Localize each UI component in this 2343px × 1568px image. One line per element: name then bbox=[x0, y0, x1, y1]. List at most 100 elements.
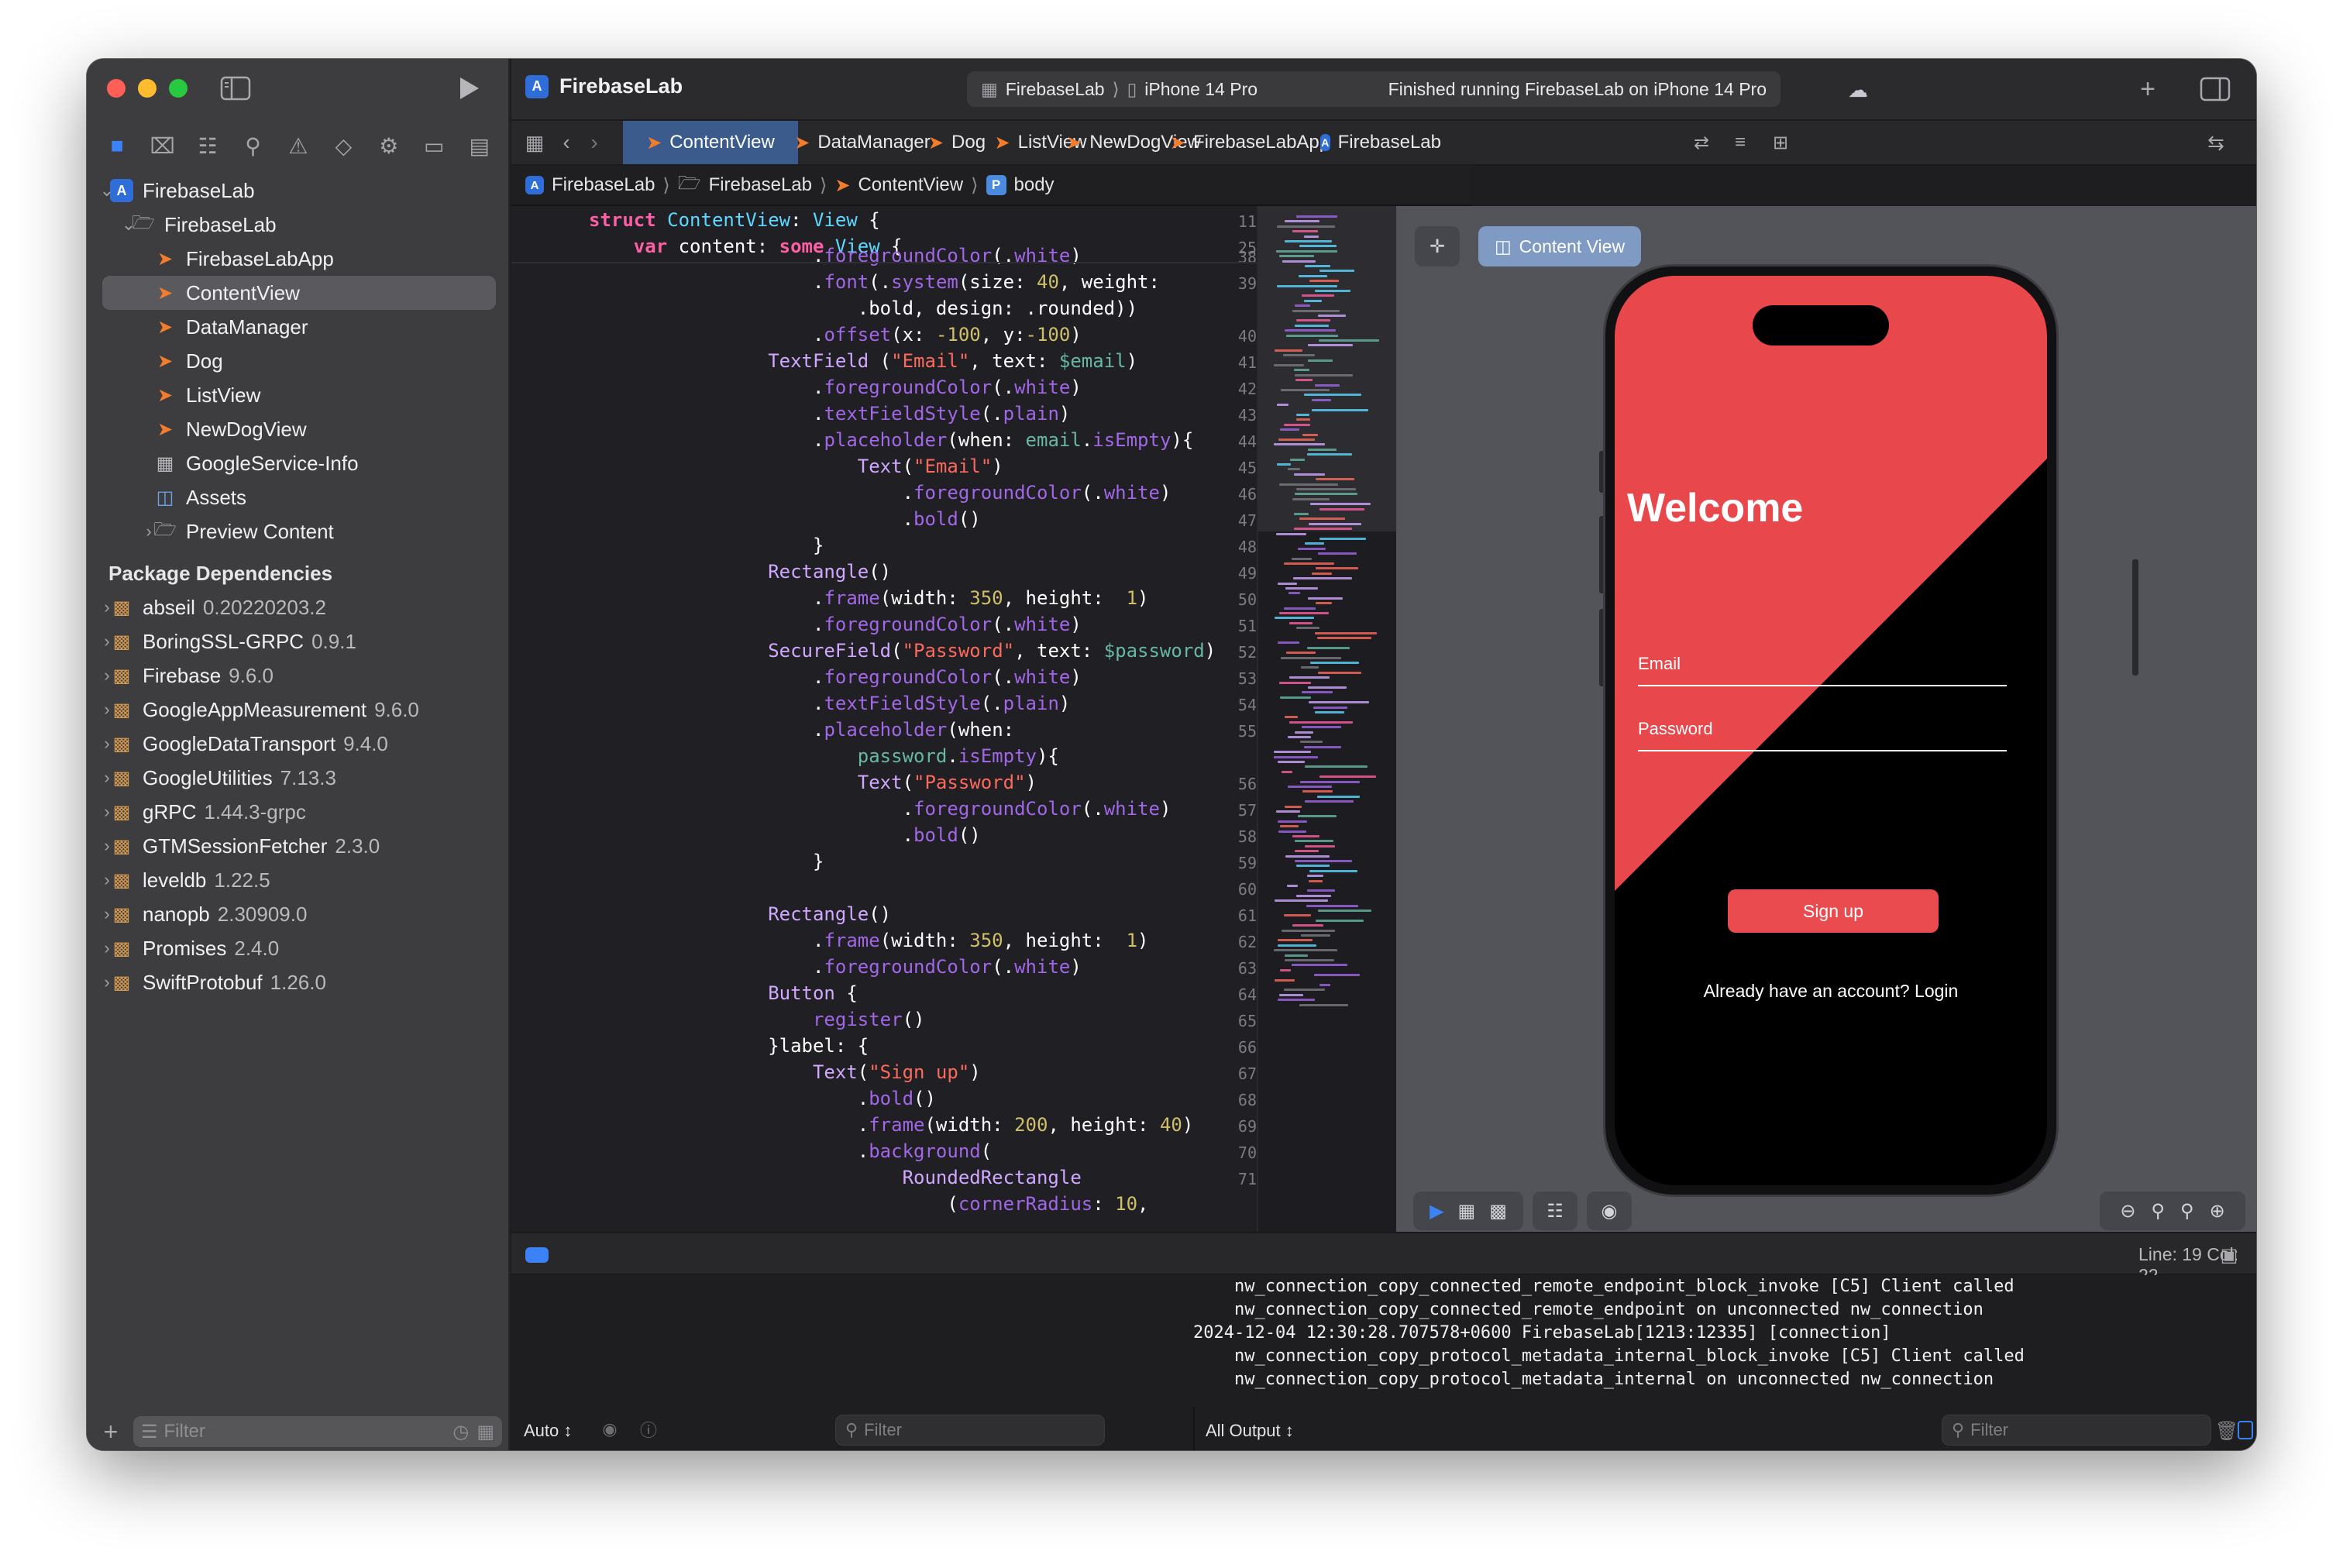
device-selector[interactable]: iPhone 14 Pro bbox=[1144, 79, 1258, 100]
package-item[interactable]: › ▩ SwiftProtobuf 1.26.0 bbox=[87, 965, 510, 999]
issue-navigator-icon[interactable]: ⚠ bbox=[283, 133, 314, 159]
breadcrumb-project[interactable]: FirebaseLab bbox=[552, 174, 655, 196]
code-line[interactable]: .background( bbox=[589, 1140, 992, 1162]
navigator-filter-field[interactable]: ☰ Filter ◷ ▦ bbox=[133, 1416, 502, 1447]
swap-editors-icon[interactable]: ⇄ bbox=[1684, 127, 1719, 158]
tree-item-group[interactable]: ⌄ 🗁 FirebaseLab bbox=[87, 208, 510, 242]
source-control-icon[interactable]: ⌧ bbox=[147, 133, 178, 159]
minimize-window-button[interactable] bbox=[138, 79, 157, 98]
zoom-window-button[interactable] bbox=[169, 79, 188, 98]
password-field[interactable]: Password bbox=[1638, 719, 1713, 739]
code-line[interactable]: .font(.system(size: 40, weight: bbox=[589, 271, 1160, 293]
debug-layout-icon[interactable]: ▣ bbox=[2216, 1241, 2242, 1269]
zoom-fit-icon[interactable]: ⚲ bbox=[2151, 1200, 2165, 1222]
chevron-right-icon[interactable]: › bbox=[98, 870, 116, 890]
preview-tab[interactable]: ◫ Content View bbox=[1478, 226, 1641, 266]
package-item[interactable]: › ▩ abseil 0.20220203.2 bbox=[87, 590, 510, 624]
code-line[interactable]: .foregroundColor(.white) bbox=[589, 377, 1082, 398]
code-line[interactable]: TextField ("Email", text: $email) bbox=[589, 350, 1137, 372]
code-line[interactable]: .foregroundColor(.white) bbox=[589, 798, 1172, 820]
tree-item-file[interactable]: ➤ FirebaseLabApp bbox=[87, 242, 510, 276]
chevron-right-icon[interactable]: › bbox=[98, 904, 116, 924]
console-filter-field[interactable]: ⚲ Filter bbox=[1942, 1415, 2211, 1446]
code-line[interactable]: .frame(width: 350, height: 1) bbox=[589, 587, 1149, 609]
forward-arrow-icon[interactable]: › bbox=[583, 127, 606, 158]
chevron-right-icon[interactable]: › bbox=[98, 700, 116, 720]
chevron-right-icon[interactable]: › bbox=[98, 836, 116, 856]
tree-item-file[interactable]: ▦ GoogleService-Info bbox=[87, 446, 510, 480]
chevron-down-icon[interactable]: ⌄ bbox=[98, 181, 116, 201]
output-selector[interactable]: All Output ↕ bbox=[1206, 1421, 1294, 1441]
close-window-button[interactable] bbox=[107, 79, 126, 98]
split-view-icon[interactable] bbox=[2238, 1421, 2253, 1439]
zoom-out-icon[interactable]: ⊖ bbox=[2120, 1200, 2135, 1222]
breadcrumb-group[interactable]: FirebaseLab bbox=[709, 174, 812, 196]
package-item[interactable]: › ▩ GoogleDataTransport 9.4.0 bbox=[87, 727, 510, 761]
tab-contentview[interactable]: ➤ ContentView bbox=[623, 121, 798, 164]
debug-area-toggle-icon[interactable] bbox=[525, 1247, 549, 1263]
add-icon[interactable]: + bbox=[98, 1418, 124, 1446]
chevron-right-icon[interactable]: › bbox=[98, 938, 116, 958]
chevron-right-icon[interactable]: › bbox=[98, 631, 116, 652]
code-line[interactable]: password.isEmpty){ bbox=[589, 745, 1059, 767]
variables-scope-selector[interactable]: Auto ↕ bbox=[524, 1421, 572, 1441]
code-line[interactable]: .bold, design: .rounded)) bbox=[589, 297, 1137, 319]
report-navigator-icon[interactable]: ▤ bbox=[464, 133, 495, 159]
code-line[interactable]: .foregroundColor(.white) bbox=[589, 614, 1082, 635]
find-navigator-icon[interactable]: ⚲ bbox=[238, 133, 269, 159]
code-line[interactable]: Text("Password") bbox=[589, 772, 1037, 793]
breakpoint-navigator-icon[interactable]: ▭ bbox=[418, 133, 449, 159]
chevron-right-icon[interactable]: › bbox=[98, 597, 116, 617]
code-line[interactable]: RoundedRectangle bbox=[589, 1167, 1082, 1188]
chevron-right-icon[interactable]: › bbox=[139, 521, 158, 542]
login-link[interactable]: Already have an account? Login bbox=[1615, 981, 2047, 1002]
swap-icon[interactable]: ⇆ bbox=[2200, 127, 2231, 158]
variables-filter-field[interactable]: ⚲ Filter bbox=[835, 1415, 1105, 1446]
tree-item-file[interactable]: ◫ Assets bbox=[87, 480, 510, 514]
code-line[interactable]: .placeholder(when: bbox=[589, 719, 1014, 741]
variants-icon[interactable]: ▩ bbox=[1489, 1200, 1507, 1222]
test-navigator-icon[interactable]: ◇ bbox=[328, 133, 359, 159]
package-item[interactable]: › ▩ GTMSessionFetcher 2.3.0 bbox=[87, 829, 510, 863]
code-line[interactable]: Text("Sign up") bbox=[589, 1061, 981, 1083]
code-line[interactable]: Rectangle() bbox=[589, 561, 891, 583]
email-field[interactable]: Email bbox=[1638, 654, 1681, 674]
code-line[interactable]: .placeholder(when: email.isEmpty){ bbox=[589, 429, 1193, 451]
zoom-in-icon[interactable]: ⊕ bbox=[2210, 1200, 2225, 1222]
recent-files-icon[interactable]: ◷ bbox=[452, 1421, 469, 1443]
filter-options-icon[interactable]: ☰ bbox=[141, 1421, 158, 1443]
tree-item-group[interactable]: › 🗁 Preview Content bbox=[87, 514, 510, 548]
inspector-toggle-icon[interactable] bbox=[2197, 73, 2233, 105]
tree-item-file-selected[interactable]: ➤ ContentView bbox=[102, 276, 496, 310]
grid-icon[interactable]: ▦ bbox=[519, 127, 550, 158]
package-item[interactable]: › ▩ leveldb 1.22.5 bbox=[87, 863, 510, 897]
package-item[interactable]: › ▩ Firebase 9.6.0 bbox=[87, 658, 510, 693]
add-editor-icon[interactable]: ⊞ bbox=[1763, 127, 1798, 158]
signup-button[interactable]: Sign up bbox=[1728, 889, 1939, 933]
tab-dog[interactable]: ➤ Dog bbox=[920, 121, 993, 164]
live-preview-icon[interactable]: ▶ bbox=[1430, 1200, 1443, 1222]
package-item[interactable]: › ▩ gRPC 1.44.3-grpc bbox=[87, 795, 510, 829]
package-item[interactable]: › ▩ nanopb 2.30909.0 bbox=[87, 897, 510, 931]
code-line[interactable]: .offset(x: -100, y:-100) bbox=[589, 324, 1082, 346]
code-line[interactable]: .frame(width: 200, height: 40) bbox=[589, 1114, 1194, 1136]
code-line[interactable]: SecureField("Password", text: $password) bbox=[589, 640, 1216, 662]
device-icon[interactable]: ◉ bbox=[1587, 1191, 1632, 1230]
symbol-navigator-icon[interactable]: ☷ bbox=[192, 133, 223, 159]
code-line[interactable]: Rectangle() bbox=[589, 903, 891, 925]
code-line[interactable]: .bold() bbox=[589, 824, 981, 846]
tab-firebaselabapp[interactable]: ➤ FirebaseLabApp bbox=[1170, 121, 1330, 164]
selectable-mode-icon[interactable]: ▦ bbox=[1458, 1200, 1476, 1222]
pin-icon[interactable]: ✛ bbox=[1415, 226, 1460, 266]
package-item[interactable]: › ▩ Promises 2.4.0 bbox=[87, 931, 510, 965]
code-line[interactable]: } bbox=[589, 851, 824, 872]
chevron-right-icon[interactable]: › bbox=[98, 972, 116, 992]
tab-firebaselab[interactable]: A FirebaseLab bbox=[1320, 121, 1441, 164]
tree-item-file[interactable]: ➤ ListView bbox=[87, 378, 510, 412]
package-item[interactable]: › ▩ GoogleAppMeasurement 9.6.0 bbox=[87, 693, 510, 727]
breadcrumb-symbol[interactable]: body bbox=[1014, 174, 1055, 196]
chevron-right-icon[interactable]: › bbox=[98, 665, 116, 686]
tab-datamanager[interactable]: ➤ DataManager bbox=[794, 121, 931, 164]
code-line[interactable]: .bold() bbox=[589, 508, 981, 530]
back-arrow-icon[interactable]: ‹ bbox=[555, 127, 578, 158]
